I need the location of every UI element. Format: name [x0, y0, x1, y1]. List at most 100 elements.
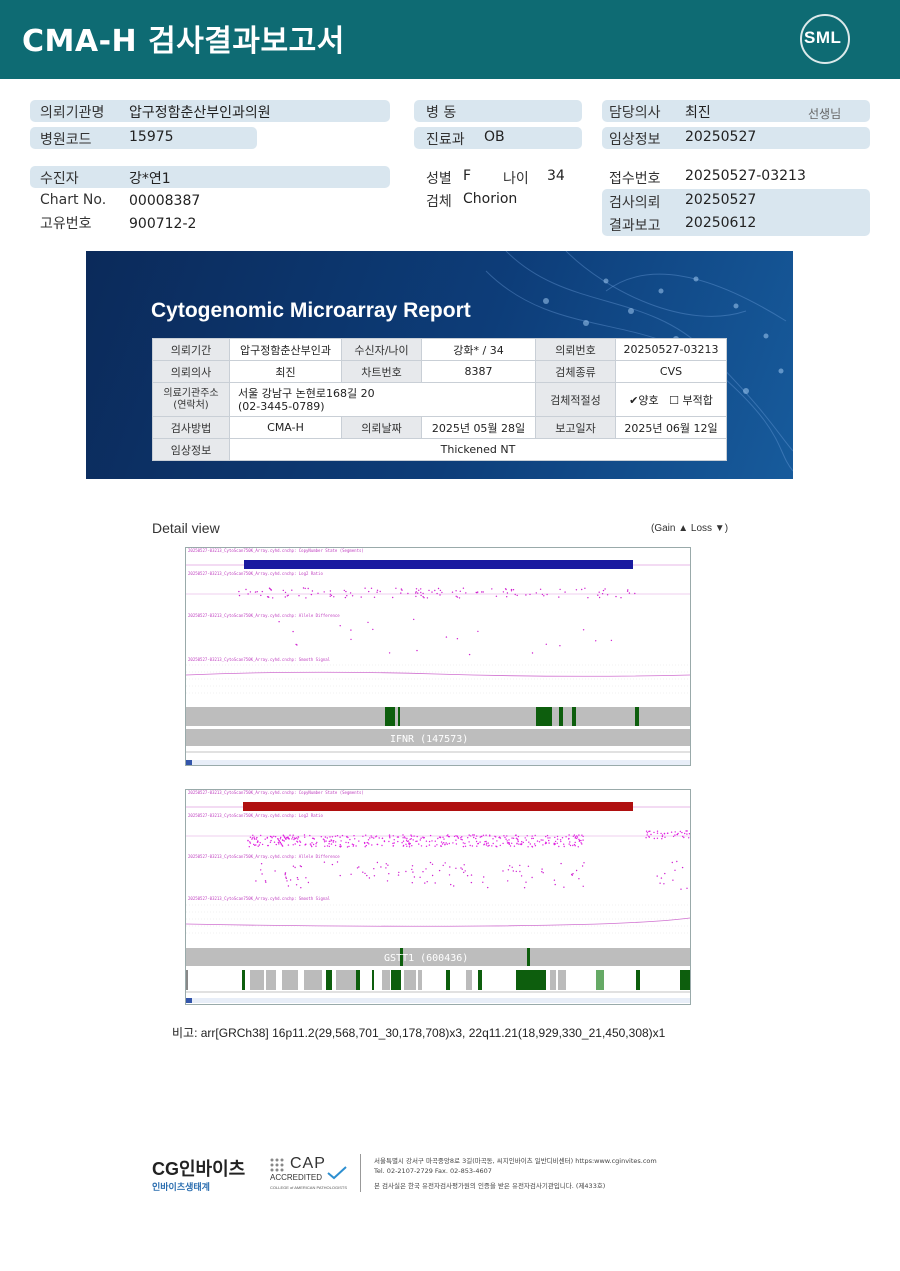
probe-point [316, 841, 318, 844]
probe-point [563, 845, 565, 848]
probe-point [295, 884, 298, 886]
probe-point [554, 836, 556, 839]
probe-point [514, 593, 516, 596]
cell-value: 8387 [421, 360, 536, 383]
probe-point [522, 841, 524, 844]
probe-point [376, 861, 379, 864]
specimen-value: Chorion [463, 191, 518, 207]
probe-point [324, 845, 326, 847]
probe-point [516, 843, 518, 845]
probe-point [323, 839, 326, 841]
probe-point [653, 831, 655, 834]
probe-point [439, 594, 441, 596]
probe-point [606, 594, 609, 596]
probe-point [558, 845, 560, 848]
probe-point [516, 594, 518, 597]
probe-point [304, 836, 306, 838]
probe-point [292, 834, 294, 836]
probe-point [340, 840, 342, 842]
probe-point [440, 845, 443, 847]
allele-points [278, 618, 613, 656]
probe-point [376, 843, 378, 846]
gene-block [550, 970, 556, 990]
probe-point [553, 879, 556, 881]
probe-point [406, 837, 408, 840]
probe-point [397, 840, 399, 843]
probe-point [260, 834, 262, 837]
patient-row-bg [30, 166, 390, 188]
probe-point [581, 834, 583, 836]
probe-point [508, 842, 510, 844]
probe-point [541, 593, 544, 596]
probe-point [256, 591, 258, 593]
probe-point [656, 837, 659, 839]
probe-point [483, 844, 485, 846]
plot-2-gene-label: GSTT1 (600436) [384, 953, 468, 964]
probe-point [299, 841, 302, 843]
probe-point [388, 652, 391, 654]
probe-point [531, 837, 533, 840]
probe-point [425, 840, 428, 842]
probe-point [392, 842, 394, 845]
probe-point [373, 868, 375, 870]
probe-point [346, 836, 348, 838]
probe-point [368, 590, 370, 593]
probe-point [429, 834, 432, 837]
cell-value: 최진 [229, 360, 342, 383]
probe-point [546, 593, 548, 596]
probe-point [277, 838, 279, 840]
probe-point [576, 836, 579, 838]
probe-point [560, 840, 562, 843]
probe-point [546, 834, 549, 837]
probe-point [249, 841, 251, 843]
probe-point [261, 843, 264, 846]
probe-point [373, 875, 376, 877]
probe-point [455, 590, 457, 592]
probe-point [462, 845, 465, 848]
probe-point [248, 846, 250, 848]
probe-point [388, 840, 390, 843]
probe-point [469, 844, 471, 847]
smooth-signal-line [186, 671, 690, 677]
contact-label: (연락처) [173, 399, 209, 411]
probe-point [247, 593, 249, 595]
footer-divider [360, 1154, 361, 1192]
probe-point [470, 881, 473, 884]
probe-point [354, 838, 356, 840]
probe-point [372, 628, 374, 631]
probe-point [333, 596, 335, 598]
probe-point [401, 589, 403, 591]
probe-point [278, 843, 280, 845]
cell-label-address: 의료기관주소 (연락처) [152, 382, 230, 417]
probe-point [559, 588, 561, 591]
probe-point [370, 835, 372, 837]
probe-point [466, 875, 469, 877]
track-label: 20250527-03213_CytoScan750K_Array.cyhd.c… [188, 571, 323, 576]
probe-point [556, 838, 559, 840]
probe-point [310, 844, 312, 846]
probe-point [386, 880, 389, 882]
probe-point [285, 838, 287, 840]
cell-adequacy: ✔양호 ☐ 부적합 [615, 382, 727, 417]
probe-point [375, 836, 377, 838]
probe-point [512, 589, 515, 591]
probe-point [253, 838, 256, 840]
probe-point [297, 838, 299, 840]
probe-point [368, 877, 371, 879]
probe-point [504, 836, 506, 839]
probe-point [326, 845, 329, 847]
probe-point [428, 844, 431, 846]
probe-point [329, 593, 331, 595]
probe-point [502, 591, 505, 593]
probe-point [420, 591, 422, 594]
probe-point [535, 592, 537, 594]
probe-point [503, 835, 505, 837]
probe-point [408, 846, 411, 848]
probe-point [309, 843, 312, 845]
cell-value: 2025년 05월 28일 [421, 416, 536, 439]
probe-point [409, 838, 411, 841]
probe-point [270, 839, 272, 842]
probe-point [457, 837, 460, 839]
probe-point [405, 843, 407, 845]
probe-point [265, 881, 267, 883]
